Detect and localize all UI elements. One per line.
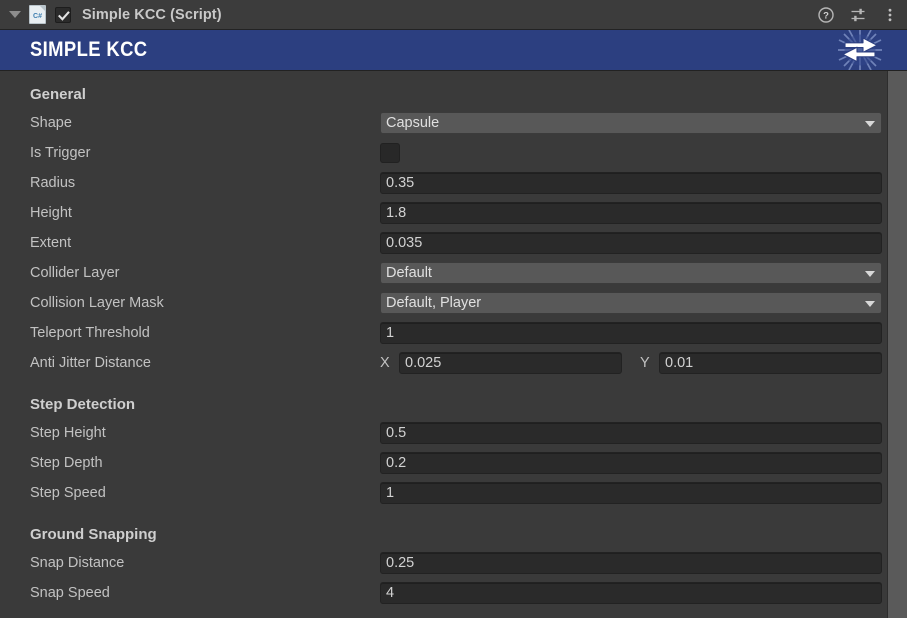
checkbox-field[interactable] xyxy=(380,143,400,163)
property-field: 0.2 xyxy=(380,452,907,474)
property-row: Collider Layer Default xyxy=(0,258,907,288)
titlebar-actions: ? xyxy=(817,0,899,30)
property-label: Shape xyxy=(30,115,72,131)
property-field: X 0.025 Y 0.01 xyxy=(380,352,907,374)
property-sections: General Shape Capsule Is Trigger Radius 0.35 H… xyxy=(0,81,907,608)
number-input[interactable]: 0.35 xyxy=(380,172,882,194)
property-field xyxy=(380,143,907,163)
property-label: Snap Distance xyxy=(30,555,125,571)
property-row: Collision Layer Mask Default, Player xyxy=(0,288,907,318)
property-row: Step Height 0.5 xyxy=(0,418,907,448)
number-input[interactable]: 1 xyxy=(380,482,882,504)
number-input[interactable]: 0.2 xyxy=(380,452,882,474)
property-row: Shape Capsule xyxy=(0,108,907,138)
help-icon[interactable]: ? xyxy=(817,6,835,24)
vector2-field: X 0.025 Y 0.01 xyxy=(380,352,882,374)
section-heading: General xyxy=(30,86,86,103)
triangle-down-icon xyxy=(9,11,21,18)
property-row: Step Depth 0.2 xyxy=(0,448,907,478)
property-field: 0.5 xyxy=(380,422,907,444)
property-field: 0.25 xyxy=(380,552,907,574)
component-enabled-checkbox[interactable] xyxy=(55,6,71,23)
property-label: Step Depth xyxy=(30,455,103,471)
property-field: Default, Player xyxy=(380,292,907,314)
property-row: Is Trigger xyxy=(0,138,907,168)
dropdown-select[interactable]: Capsule xyxy=(380,112,882,134)
fusion-swap-arrows-icon xyxy=(833,30,887,70)
number-input[interactable]: 1.8 xyxy=(380,202,882,224)
number-input[interactable]: 0.035 xyxy=(380,232,882,254)
property-label: Step Speed xyxy=(30,485,106,501)
property-label: Collision Layer Mask xyxy=(30,295,164,311)
property-field: 1.8 xyxy=(380,202,907,224)
vertical-scrollbar[interactable] xyxy=(887,71,907,618)
property-label: Anti Jitter Distance xyxy=(30,355,151,371)
property-label: Snap Speed xyxy=(30,585,110,601)
property-label: Teleport Threshold xyxy=(30,325,150,341)
axis-y-label: Y xyxy=(640,355,650,371)
preset-sliders-icon[interactable] xyxy=(849,6,867,24)
axis-y-input[interactable]: 0.01 xyxy=(659,352,882,374)
dropdown-select[interactable]: Default, Player xyxy=(380,292,882,314)
property-label: Collider Layer xyxy=(30,265,120,281)
property-label: Extent xyxy=(30,235,72,251)
property-field: 1 xyxy=(380,322,907,344)
property-field: Default xyxy=(380,262,907,284)
component-title: Simple KCC (Script) xyxy=(82,6,222,23)
component-titlebar: Simple KCC (Script) ? xyxy=(0,0,907,30)
property-field: 1 xyxy=(380,482,907,504)
chevron-down-icon xyxy=(865,301,875,307)
chevron-down-icon xyxy=(865,121,875,127)
property-label: Height xyxy=(30,205,72,221)
unity-inspector-panel: Simple KCC (Script) ? xyxy=(0,0,907,618)
property-label: Radius xyxy=(30,175,76,191)
svg-text:?: ? xyxy=(823,11,829,22)
property-field: 0.35 xyxy=(380,172,907,194)
property-label: Is Trigger xyxy=(30,145,91,161)
checkmark-icon xyxy=(58,10,70,21)
property-field: 4 xyxy=(380,582,907,604)
dropdown-select[interactable]: Default xyxy=(380,262,882,284)
property-field: 0.035 xyxy=(380,232,907,254)
kebab-menu-icon[interactable] xyxy=(881,6,899,24)
number-input[interactable]: 1 xyxy=(380,322,882,344)
property-row: Teleport Threshold 1 xyxy=(0,318,907,348)
property-field: Capsule xyxy=(380,112,907,134)
section-heading: Ground Snapping xyxy=(30,526,157,543)
chevron-down-icon xyxy=(865,271,875,277)
foldout-toggle[interactable] xyxy=(6,0,24,30)
axis-x-input[interactable]: 0.025 xyxy=(399,352,622,374)
number-input[interactable]: 4 xyxy=(380,582,882,604)
property-row: Extent 0.035 xyxy=(0,228,907,258)
property-row: Step Speed 1 xyxy=(0,478,907,508)
property-row: Anti Jitter Distance X 0.025 Y 0.01 xyxy=(0,348,907,378)
axis-x-label: X xyxy=(380,355,390,371)
banner-title: SIMPLE KCC xyxy=(30,38,148,61)
number-input[interactable]: 0.25 xyxy=(380,552,882,574)
inspector-body: General Shape Capsule Is Trigger Radius 0.35 H… xyxy=(0,71,907,618)
number-input[interactable]: 0.5 xyxy=(380,422,882,444)
property-row: Snap Distance 0.25 xyxy=(0,548,907,578)
property-row: Snap Speed 4 xyxy=(0,578,907,608)
section-heading: Step Detection xyxy=(30,396,136,413)
property-label: Step Height xyxy=(30,425,106,441)
product-banner: SIMPLE KCC xyxy=(0,30,907,71)
csharp-script-icon xyxy=(29,5,46,24)
property-row: Radius 0.35 xyxy=(0,168,907,198)
property-row: Height 1.8 xyxy=(0,198,907,228)
